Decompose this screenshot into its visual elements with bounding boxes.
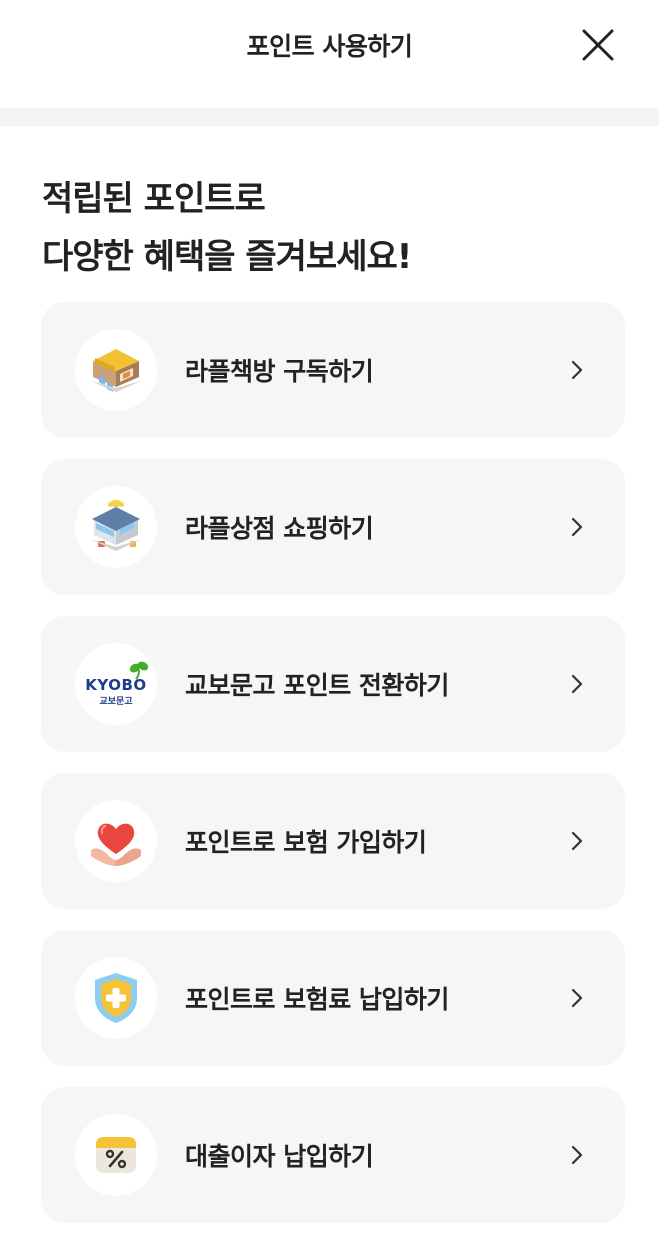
icon-container — [75, 957, 157, 1039]
kyobo-logo: KYOBO 교보문고 — [85, 661, 149, 707]
header: 포인트 사용하기 — [0, 0, 659, 108]
headline: 적립된 포인트로 다양한 혜택을 즐겨보세요! — [0, 126, 659, 286]
icon-container — [75, 800, 157, 882]
chevron-right-icon — [567, 515, 587, 539]
menu-item-label: 라플책방 구독하기 — [185, 357, 374, 386]
icon-container — [75, 486, 157, 568]
menu-item-label: 포인트로 보험 가입하기 — [185, 828, 427, 857]
menu-item-insurance-premium-pay[interactable]: 포인트로 보험료 납입하기 — [41, 930, 625, 1066]
chevron-right-icon — [567, 358, 587, 382]
menu-item-label: 대출이자 납입하기 — [185, 1142, 374, 1171]
chevron-right-icon — [567, 672, 587, 696]
heart-hands-icon — [91, 823, 141, 866]
icon-container: KYOBO 교보문고 — [75, 643, 157, 725]
menu-item-label: 포인트로 보험료 납입하기 — [185, 985, 449, 1014]
close-icon — [582, 29, 614, 61]
shield-plus-icon — [95, 973, 137, 1023]
percent-calendar-icon — [96, 1137, 136, 1173]
headline-line-1: 적립된 포인트로 — [42, 179, 266, 219]
kyobo-logo-subtext: 교보문고 — [99, 696, 132, 707]
section-divider — [0, 108, 659, 126]
menu-item-label: 라플상점 쇼핑하기 — [185, 514, 374, 543]
menu-item-bookstore-subscribe[interactable]: 라플책방 구독하기 — [41, 302, 625, 438]
menu-item-kyobo-point-convert[interactable]: KYOBO 교보문고 교보문고 포인트 전환하기 — [41, 616, 625, 752]
chevron-right-icon — [567, 986, 587, 1010]
bookstore-icon — [91, 349, 141, 392]
icon-container — [75, 1114, 157, 1196]
page-title: 포인트 사용하기 — [246, 32, 413, 61]
chevron-right-icon — [567, 829, 587, 853]
menu-item-loan-interest-pay[interactable]: 대출이자 납입하기 — [41, 1087, 625, 1223]
headline-line-2: 다양한 혜택을 즐겨보세요! — [42, 237, 412, 277]
menu-item-insurance-join[interactable]: 포인트로 보험 가입하기 — [41, 773, 625, 909]
benefit-list: 라플책방 구독하기 라플상점 쇼핑하기 KYOBO 교보문고 교보문고 포인트 … — [41, 302, 625, 1244]
menu-item-shop-shopping[interactable]: 라플상점 쇼핑하기 — [41, 459, 625, 595]
menu-item-label: 교보문고 포인트 전환하기 — [185, 671, 449, 700]
shop-icon — [90, 500, 142, 551]
icon-container — [75, 329, 157, 411]
close-button[interactable] — [575, 22, 621, 68]
chevron-right-icon — [567, 1143, 587, 1167]
kyobo-logo-text: KYOBO — [85, 676, 146, 694]
